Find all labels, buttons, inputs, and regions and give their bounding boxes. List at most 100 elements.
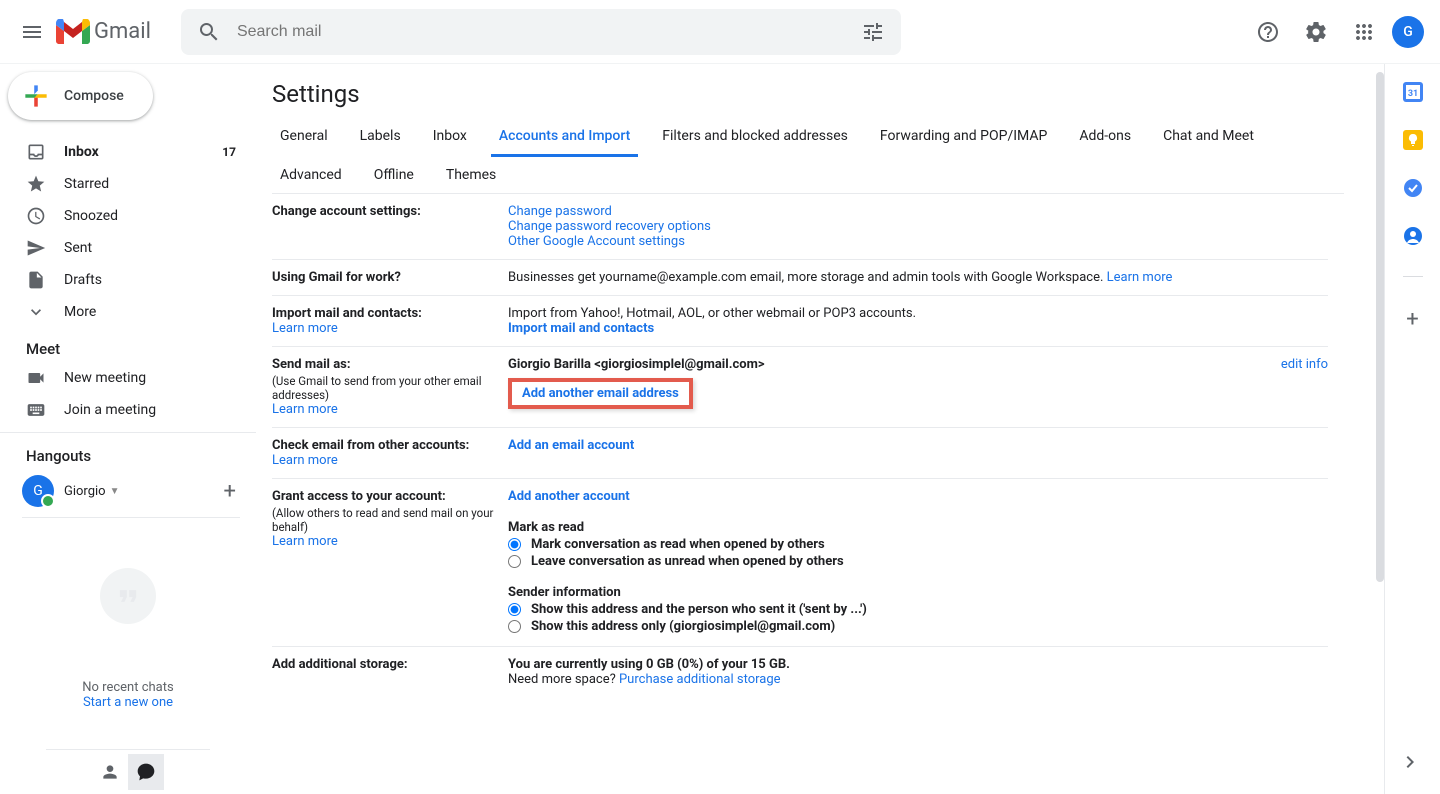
link-add-another-email[interactable]: Add another email address	[522, 386, 679, 401]
contacts-app-button[interactable]	[1403, 226, 1423, 246]
compose-button[interactable]: Compose	[8, 72, 153, 120]
sidebar-item-join-meeting[interactable]: Join a meeting	[0, 394, 248, 426]
link-change-password[interactable]: Change password	[508, 204, 612, 219]
no-recent-chats-text: No recent chats	[82, 680, 173, 695]
row-send-mail-as: Send mail as: (Use Gmail to send from yo…	[272, 347, 1328, 428]
link-learn-more-checkother[interactable]: Learn more	[272, 453, 338, 468]
collapse-side-panel-button[interactable]	[1398, 750, 1422, 774]
sidebar-item-more[interactable]: More	[0, 296, 248, 328]
calendar-app-button[interactable]: 31	[1403, 82, 1423, 102]
tab-labels[interactable]: Labels	[352, 118, 409, 157]
gmail-logo[interactable]: Gmail	[56, 19, 151, 45]
link-purchase-storage[interactable]: Purchase additional storage	[619, 672, 781, 687]
meet-section-title: Meet	[0, 328, 256, 362]
sidebar-item-sent[interactable]: Sent	[0, 232, 248, 264]
inbox-count: 17	[222, 145, 236, 159]
link-add-email-account[interactable]: Add an email account	[508, 438, 634, 453]
hangouts-section-title: Hangouts	[0, 432, 256, 469]
radio-mark-read[interactable]	[508, 538, 521, 551]
link-learn-more-sendas[interactable]: Learn more	[272, 402, 338, 417]
apps-grid-icon	[1352, 20, 1376, 44]
search-bar	[181, 9, 901, 55]
keep-icon	[1403, 130, 1423, 150]
video-icon	[26, 368, 46, 388]
radio-leave-unread[interactable]	[508, 555, 521, 568]
tab-general[interactable]: General	[272, 118, 336, 157]
calendar-icon: 31	[1403, 82, 1423, 102]
hangouts-tab-person[interactable]	[92, 754, 128, 790]
help-icon	[1256, 20, 1280, 44]
row-subtitle: (Allow others to read and send mail on y…	[272, 506, 508, 534]
hangouts-dropdown-icon[interactable]: ▼	[110, 486, 120, 497]
search-button[interactable]	[189, 12, 229, 52]
search-icon	[197, 20, 221, 44]
chevron-down-icon	[26, 302, 46, 322]
link-change-recovery[interactable]: Change password recovery options	[508, 219, 711, 234]
row-title: Check email from other accounts:	[272, 438, 508, 453]
row-title: Change account settings:	[272, 204, 508, 219]
row-change-account-settings: Change account settings: Change password…	[272, 194, 1328, 260]
storage-usage-text: You are currently using 0 GB (0%) of you…	[508, 657, 1328, 672]
row-grant-access: Grant access to your account: (Allow oth…	[272, 479, 1328, 647]
account-avatar[interactable]: G	[1392, 16, 1424, 48]
support-button[interactable]	[1248, 12, 1288, 52]
tab-accounts-import[interactable]: Accounts and Import	[491, 118, 638, 157]
highlight-add-another-email: Add another email address	[508, 378, 693, 409]
tab-themes[interactable]: Themes	[438, 157, 504, 193]
link-edit-info[interactable]: edit info	[1281, 357, 1328, 372]
clock-icon	[26, 206, 46, 226]
radio-show-only[interactable]	[508, 620, 521, 633]
hangouts-empty-icon	[100, 568, 156, 624]
link-learn-more-grant[interactable]: Learn more	[272, 534, 338, 549]
tab-offline[interactable]: Offline	[366, 157, 422, 193]
get-addons-button[interactable]: +	[1406, 307, 1418, 332]
quote-icon	[114, 582, 142, 610]
row-add-storage: Add additional storage: You are currentl…	[272, 647, 1328, 697]
link-import-mail-contacts[interactable]: Import mail and contacts	[508, 321, 654, 336]
row-title: Import mail and contacts:	[272, 306, 508, 321]
link-learn-more-import[interactable]: Learn more	[272, 321, 338, 336]
row-title: Send mail as:	[272, 357, 508, 372]
tasks-icon	[1403, 178, 1423, 198]
nav-label: Sent	[64, 240, 92, 256]
link-learn-more-workspace[interactable]: Learn more	[1107, 270, 1173, 285]
tab-filters[interactable]: Filters and blocked addresses	[654, 118, 856, 157]
scrollbar[interactable]	[1376, 72, 1384, 582]
hangouts-bottom-tabs	[46, 749, 210, 794]
contacts-icon	[1403, 226, 1423, 246]
row-title: Add additional storage:	[272, 657, 508, 672]
hangouts-empty-state: No recent chats Start a new one	[0, 518, 256, 749]
nav-label: New meeting	[64, 370, 146, 386]
header-actions: G	[1248, 12, 1432, 52]
sender-info-heading: Sender information	[508, 585, 1328, 600]
hangouts-username: Giorgio	[64, 484, 106, 499]
sidebar-item-inbox[interactable]: Inbox 17	[0, 136, 248, 168]
tab-forwarding[interactable]: Forwarding and POP/IMAP	[872, 118, 1055, 157]
link-add-another-account[interactable]: Add another account	[508, 489, 630, 504]
hangouts-tab-chat[interactable]	[128, 754, 164, 790]
link-other-google-settings[interactable]: Other Google Account settings	[508, 234, 685, 249]
keep-app-button[interactable]	[1403, 130, 1423, 150]
search-options-button[interactable]	[853, 12, 893, 52]
apps-button[interactable]	[1344, 12, 1384, 52]
tab-addons[interactable]: Add-ons	[1071, 118, 1139, 157]
main-menu-button[interactable]	[8, 8, 56, 56]
radio-show-both[interactable]	[508, 603, 521, 616]
row-import-mail-contacts: Import mail and contacts: Learn more Imp…	[272, 296, 1328, 347]
tab-inbox[interactable]: Inbox	[425, 118, 475, 157]
settings-button[interactable]	[1296, 12, 1336, 52]
hangouts-user-row[interactable]: G Giorgio ▼ +	[0, 469, 256, 513]
search-input[interactable]	[229, 23, 853, 41]
hangouts-new-chat-button[interactable]: +	[224, 479, 236, 504]
tab-chat-meet[interactable]: Chat and Meet	[1155, 118, 1262, 157]
sidebar-item-starred[interactable]: Starred	[0, 168, 248, 200]
send-icon	[26, 238, 46, 258]
sidebar-item-snoozed[interactable]: Snoozed	[0, 200, 248, 232]
nav-label: More	[64, 304, 96, 320]
side-panel: 31 +	[1384, 64, 1440, 794]
start-new-chat-link[interactable]: Start a new one	[83, 695, 173, 710]
tasks-app-button[interactable]	[1403, 178, 1423, 198]
sidebar-item-new-meeting[interactable]: New meeting	[0, 362, 248, 394]
sidebar-item-drafts[interactable]: Drafts	[0, 264, 248, 296]
tab-advanced[interactable]: Advanced	[272, 157, 350, 193]
